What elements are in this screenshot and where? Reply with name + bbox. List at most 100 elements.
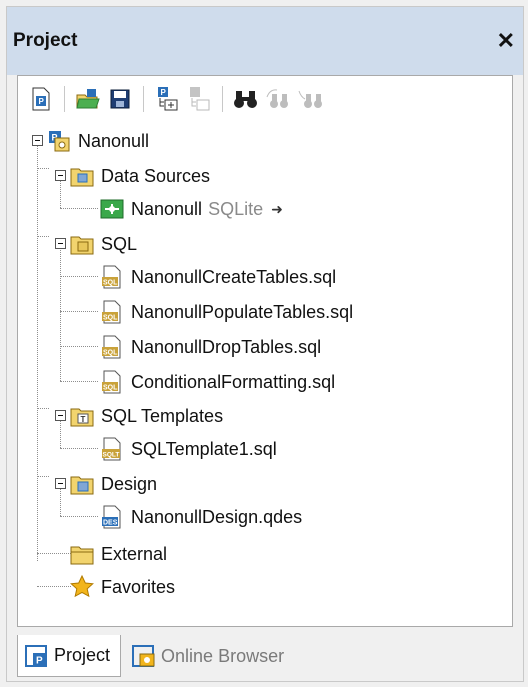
tree-line <box>37 586 71 587</box>
panel-title-bar: Project ✕ <box>7 7 523 75</box>
tree-node-sql-file[interactable]: SQL NanonullDropTables.sql <box>100 332 321 362</box>
tree-node-label: SQL <box>101 233 138 254</box>
tab-label: Project <box>54 645 111 665</box>
replace-button[interactable] <box>295 84 325 114</box>
tree-line <box>60 381 98 382</box>
project-toolbar: P P <box>18 76 512 122</box>
new-project-icon: P <box>32 87 50 111</box>
connection-type: SQLite <box>208 198 264 219</box>
find-icon <box>234 91 257 108</box>
tree-node-design[interactable]: Design <box>70 469 157 499</box>
find-button[interactable] <box>231 84 261 114</box>
star-icon <box>70 575 94 598</box>
open-project-button[interactable] <box>73 84 103 114</box>
sql-file-icon: SQL <box>102 370 121 394</box>
svg-text:P: P <box>36 655 43 666</box>
svg-text:T: T <box>81 415 86 424</box>
svg-text:SQL: SQL <box>103 385 118 392</box>
tree-node-label: NanonullPopulateTables.sql <box>131 301 354 322</box>
save-project-button[interactable] <box>105 84 135 114</box>
folder-icon <box>70 546 94 565</box>
toolbar-separator <box>222 86 223 112</box>
toolbar-separator <box>64 86 65 112</box>
sql-file-icon: SQL <box>102 300 121 324</box>
project-tree: P Nanonull Data Sources <box>18 122 512 622</box>
tree-line <box>60 208 98 209</box>
add-active-file-button[interactable] <box>184 84 214 114</box>
tree-node-label: SQLTemplate1.sql <box>131 438 277 459</box>
collapse-root-toggle[interactable] <box>32 135 43 146</box>
tree-line <box>60 346 98 347</box>
replace-icon <box>298 90 322 108</box>
tree-line <box>60 516 98 517</box>
project-tab-icon: P <box>25 644 47 667</box>
svg-text:SQL: SQL <box>103 350 118 357</box>
panel-title: Project <box>13 30 78 51</box>
tree-line <box>37 236 49 237</box>
connection-name: Nanonull <box>131 198 203 219</box>
collapse-design-toggle[interactable] <box>55 478 66 489</box>
tree-line <box>60 311 98 312</box>
project-panel: Project ✕ P P Nanonull Data Sources Nano… <box>6 6 524 682</box>
tree-node-sql-file[interactable]: SQL ConditionalFormatting.sql <box>100 367 335 397</box>
tree-node-root[interactable]: P Nanonull <box>47 126 149 156</box>
tree-node-sql-file[interactable]: SQL NanonullPopulateTables.sql <box>100 297 353 327</box>
tree-line <box>60 448 98 449</box>
tree-node-external[interactable]: External <box>70 539 167 569</box>
add-files-button[interactable]: P <box>152 84 182 114</box>
svg-text:SQL: SQL <box>103 280 118 287</box>
tree-node-sql-templates[interactable]: T SQL Templates <box>70 401 223 431</box>
tree-line <box>60 244 61 381</box>
online-browser-tab-icon <box>132 645 155 667</box>
tree-line <box>37 553 71 554</box>
data-sources-folder-icon <box>70 168 94 187</box>
tree-node-sql-template-file[interactable]: SQLT SQLTemplate1.sql <box>100 434 277 464</box>
sql-template-file-icon: SQLT <box>102 437 121 461</box>
toolbar-separator <box>143 86 144 112</box>
tree-node-label: NanonullCreateTables.sql <box>131 266 337 287</box>
tree-node-design-file[interactable]: DES NanonullDesign.qdes <box>100 502 302 532</box>
tree-node-sql[interactable]: SQL <box>70 229 137 259</box>
arrow-right-icon: ➜ <box>271 200 283 217</box>
collapse-sql-toggle[interactable] <box>55 238 66 249</box>
svg-text:DES: DES <box>103 520 118 527</box>
tree-node-favorites[interactable]: Favorites <box>70 572 175 602</box>
tab-project[interactable]: P Project <box>17 635 122 677</box>
tree-line <box>37 408 49 409</box>
svg-text:P: P <box>39 97 45 106</box>
tree-node-label: External <box>101 543 168 564</box>
new-project-button[interactable]: P <box>26 84 56 114</box>
find-next-button[interactable] <box>263 84 293 114</box>
panel-tabs: P Project Online Browser <box>17 635 294 679</box>
tree-node-connection-nanonull[interactable]: Nanonull SQLite ➜ <box>100 194 283 224</box>
database-connection-icon <box>100 199 124 219</box>
tree-line <box>37 476 49 477</box>
design-folder-icon <box>70 476 94 495</box>
tree-node-label: SQL Templates <box>101 405 224 426</box>
tree-node-label: ConditionalFormatting.sql <box>131 371 336 392</box>
tree-node-label: NanonullDropTables.sql <box>131 336 322 357</box>
find-next-icon <box>266 89 288 108</box>
collapse-sql-templates-toggle[interactable] <box>55 410 66 421</box>
sql-templates-folder-icon: T <box>70 408 94 427</box>
close-icon[interactable]: ✕ <box>497 30 515 52</box>
save-project-icon <box>110 89 130 109</box>
design-file-icon: DES <box>102 505 121 529</box>
tab-online-browser[interactable]: Online Browser <box>125 635 294 677</box>
svg-text:P: P <box>161 88 167 97</box>
tab-label: Online Browser <box>161 645 285 666</box>
sql-file-icon: SQL <box>102 335 121 359</box>
tree-node-label: Design <box>101 473 158 494</box>
tree-node-label: Data Sources <box>101 165 211 186</box>
tree-line <box>37 168 49 169</box>
tree-line <box>60 276 98 277</box>
tree-node-data-sources[interactable]: Data Sources <box>70 161 210 191</box>
tree-node-sql-file[interactable]: SQL NanonullCreateTables.sql <box>100 262 336 292</box>
project-tree-pane: P P Nanonull Data Sources Nanonull SQLit… <box>17 75 513 627</box>
sql-file-icon: SQL <box>102 265 121 289</box>
project-root-icon: P <box>49 131 70 152</box>
tree-node-label: Nanonull <box>78 130 150 151</box>
collapse-data-sources-toggle[interactable] <box>55 170 66 181</box>
svg-text:SQLT: SQLT <box>103 452 120 459</box>
svg-text:SQL: SQL <box>103 315 118 322</box>
